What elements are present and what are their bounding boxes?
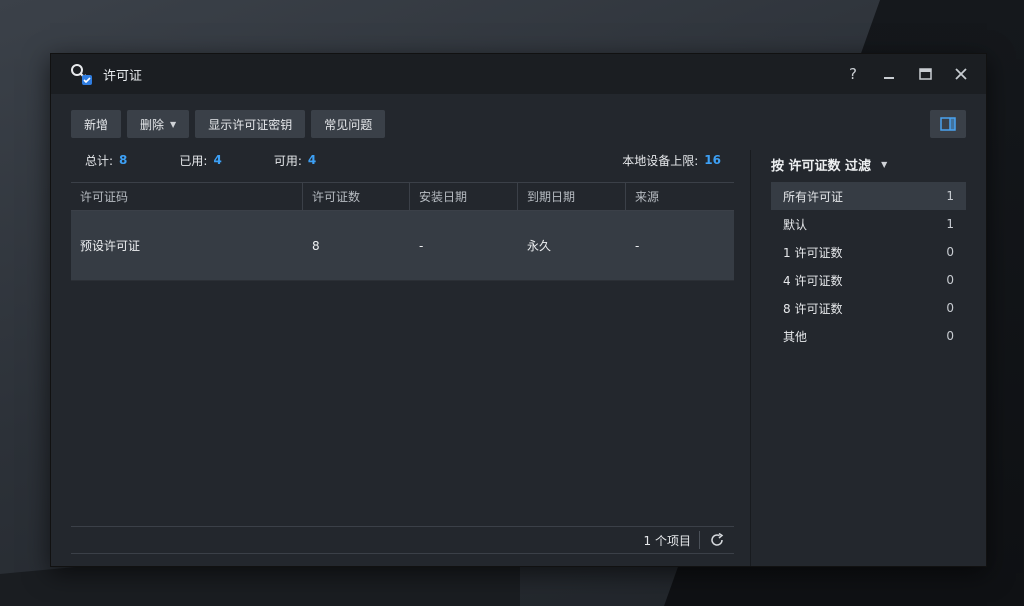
stat-limit-value: 16 xyxy=(704,153,721,167)
filter-item-8-license[interactable]: 8 许可证数 0 xyxy=(771,294,966,322)
filter-item-label: 所有许可证 xyxy=(783,189,844,204)
table-footer: 1 个项目 xyxy=(71,526,734,554)
delete-button-label: 删除 xyxy=(140,117,165,132)
license-window: 许可证 ? 新增 删除 ▼ 显示许可证密钥 常见问题 总计: 8 已用: 4 可… xyxy=(50,53,987,567)
stat-used-label: 已用: xyxy=(179,153,208,168)
filter-item-count: 1 xyxy=(946,217,954,231)
filter-item-1-license[interactable]: 1 许可证数 0 xyxy=(771,238,966,266)
license-table: 许可证码 许可证数 安装日期 到期日期 来源 预设许可证 8 - 永久 - xyxy=(71,182,734,281)
filter-item-count: 0 xyxy=(946,329,954,343)
delete-button[interactable]: 删除 ▼ xyxy=(127,110,190,138)
column-header-license-count[interactable]: 许可证数 xyxy=(303,183,410,210)
license-stats: 总计: 8 已用: 4 可用: 4 本地设备上限: 16 xyxy=(85,152,721,168)
table-header: 许可证码 许可证数 安装日期 到期日期 来源 xyxy=(71,182,734,211)
stat-total: 总计: 8 xyxy=(85,152,127,169)
refresh-icon[interactable] xyxy=(710,533,724,547)
stat-available-value: 4 xyxy=(307,153,317,167)
cell-license-code: 预设许可证 xyxy=(80,239,141,253)
title-bar: 许可证 ? xyxy=(51,54,986,94)
filter-item-count: 1 xyxy=(946,189,954,203)
filter-item-count: 0 xyxy=(946,301,954,315)
filter-list: 所有许可证 1 默认 1 1 许可证数 0 4 许可证数 0 8 许可证数 0 … xyxy=(771,182,966,350)
stat-total-value: 8 xyxy=(119,153,128,167)
license-key-icon xyxy=(69,62,93,86)
stat-used-value: 4 xyxy=(213,153,222,167)
filter-item-label: 4 许可证数 xyxy=(783,273,843,288)
minimize-icon[interactable] xyxy=(882,67,896,81)
column-header-source[interactable]: 来源 xyxy=(626,183,734,210)
help-icon[interactable]: ? xyxy=(846,65,860,83)
maximize-icon[interactable] xyxy=(918,67,932,81)
panel-toggle-icon[interactable] xyxy=(930,110,966,138)
show-license-keys-button[interactable]: 显示许可证密钥 xyxy=(195,110,306,138)
stat-total-label: 总计: xyxy=(85,153,114,168)
faq-button[interactable]: 常见问题 xyxy=(311,110,386,138)
filter-item-count: 0 xyxy=(946,245,954,259)
filter-item-count: 0 xyxy=(946,273,954,287)
filter-item-label: 其他 xyxy=(783,329,808,344)
item-count: 1 个项目 xyxy=(643,533,691,548)
stat-available: 可用: 4 xyxy=(274,152,316,169)
chevron-down-icon: ▼ xyxy=(881,159,888,169)
close-icon[interactable] xyxy=(954,67,968,81)
add-button[interactable]: 新增 xyxy=(71,110,122,138)
stat-device-limit: 本地设备上限: 16 xyxy=(622,152,721,169)
column-header-expire-date[interactable]: 到期日期 xyxy=(518,183,626,210)
filter-item-label: 默认 xyxy=(783,217,808,232)
column-header-license-code[interactable]: 许可证码 xyxy=(71,183,303,210)
filter-item-label: 8 许可证数 xyxy=(783,301,843,316)
toolbar: 新增 删除 ▼ 显示许可证密钥 常见问题 xyxy=(71,110,386,138)
footer-divider xyxy=(699,531,700,549)
filter-item-other[interactable]: 其他 0 xyxy=(771,322,966,350)
cell-install-date: - xyxy=(419,238,424,253)
cell-source: - xyxy=(635,238,640,253)
filter-item-default[interactable]: 默认 1 xyxy=(771,210,966,238)
filter-dropdown[interactable]: 按 许可证数 过滤 ▼ xyxy=(771,154,887,174)
stat-limit-label: 本地设备上限: xyxy=(622,153,699,168)
filter-sidebar: 按 许可证数 过滤 ▼ 所有许可证 1 默认 1 1 许可证数 0 4 许可证数… xyxy=(750,150,987,566)
table-row[interactable]: 预设许可证 8 - 永久 - xyxy=(71,211,734,281)
filter-title: 按 许可证数 过滤 xyxy=(771,158,872,174)
filter-item-4-license[interactable]: 4 许可证数 0 xyxy=(771,266,966,294)
stat-available-label: 可用: xyxy=(273,153,302,168)
filter-item-all[interactable]: 所有许可证 1 xyxy=(771,182,966,210)
stat-used: 已用: 4 xyxy=(179,152,221,169)
chevron-down-icon: ▼ xyxy=(170,119,177,129)
window-title: 许可证 xyxy=(103,68,143,84)
cell-expire-date: 永久 xyxy=(527,239,552,253)
cell-license-count: 8 xyxy=(312,238,320,253)
filter-item-label: 1 许可证数 xyxy=(783,245,843,260)
column-header-install-date[interactable]: 安装日期 xyxy=(410,183,518,210)
